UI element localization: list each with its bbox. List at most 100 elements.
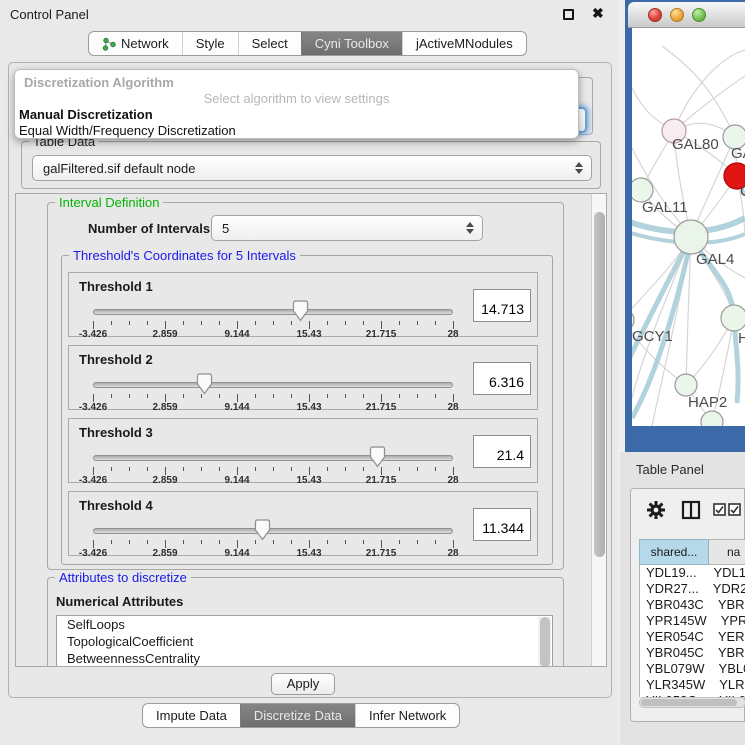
tab-style[interactable]: Style [182,32,238,55]
slider-handle[interactable] [254,519,271,541]
node-label-gal11: GAL11 [642,199,688,216]
table-row[interactable]: YER054CYER0 [640,629,745,645]
zoom-traffic-light[interactable] [692,8,706,22]
bottom-tab-bar: Impute Data Discretize Data Infer Networ… [142,703,460,728]
attributes-scrollbar[interactable] [538,617,551,667]
scale-label: -3.426 [71,329,115,340]
table-row[interactable]: YLR345WYLR3 [640,677,745,693]
thresholds-group: Threshold's Coordinates for 5 Intervals … [61,255,553,565]
scale-label: -3.426 [71,548,115,559]
checkbox-icon[interactable] [728,503,741,516]
threshold-2-value-field[interactable] [473,362,531,395]
table-rows: YDL19...YDL1 YDR27...YDR2 YBR043CYBR0 YP… [639,565,745,697]
minimize-traffic-light[interactable] [670,8,684,22]
table-data-group: Table Data galFiltered.sif default node [21,141,601,189]
tab-network-label: Network [121,36,169,51]
table-row[interactable]: YPR145WYPR1 [640,613,745,629]
option-manual-discretization[interactable]: Manual Discretization [17,107,155,122]
float-window-icon[interactable] [563,9,574,20]
threshold-2-panel: Threshold 2 -3.4262.8599.14415.4321.7152… [68,345,538,410]
threshold-4-value-field[interactable] [473,508,531,541]
gear-icon[interactable] [645,499,667,521]
slider-track[interactable] [93,528,453,534]
threshold-3-slider[interactable]: -3.4262.8599.14415.4321.71528 [69,419,469,484]
tab-jactivemnodules[interactable]: jActiveMNodules [402,32,526,55]
apply-button[interactable]: Apply [271,673,335,695]
threshold-3-value-field[interactable] [473,435,531,468]
tab-infer-network[interactable]: Infer Network [355,704,459,727]
node-partial-h[interactable] [721,305,745,331]
node-bottom[interactable] [701,411,723,426]
number-of-intervals-combobox[interactable]: 5 [211,215,483,241]
scale-label: 2.859 [143,402,187,413]
network-window-titlebar[interactable] [628,2,745,28]
threshold-3-panel: Threshold 3 -3.4262.8599.14415.4321.7152… [68,418,538,483]
table-data-value: galFiltered.sif default node [43,161,195,176]
scrollbar-thumb[interactable] [594,212,605,557]
top-tab-bar: Network Style Select Cyni Toolbox jActiv… [88,31,527,56]
tab-cyni-toolbox[interactable]: Cyni Toolbox [301,32,402,55]
column-header-name[interactable]: na [709,539,745,565]
node-label-gal80: GAL80 [672,136,719,153]
node-label-hap2: HAP2 [688,394,727,411]
node-gal4[interactable] [674,220,708,254]
network-icon [102,37,116,51]
column-layout-icon[interactable] [681,500,701,520]
node-label-gcy1: GCY1 [632,328,673,345]
network-view-window: GAL80 GA C GAL11 GAL4 GCY1 H HAP2 [625,0,745,452]
tab-impute-data[interactable]: Impute Data [143,704,240,727]
numerical-attributes-list: SelfLoops TopologicalCoefficient Between… [56,615,553,667]
slider-handle[interactable] [292,300,309,322]
tab-select[interactable]: Select [238,32,301,55]
table-row[interactable]: YDR27...YDR2 [640,581,745,597]
scale-label: 9.144 [215,402,259,413]
scale-label: 15.43 [287,402,331,413]
threshold-2-slider[interactable]: -3.4262.8599.14415.4321.71528 [69,346,469,411]
threshold-4-slider[interactable]: -3.4262.8599.14415.4321.71528 [69,492,469,557]
slider-track[interactable] [93,382,453,388]
scale-label: 21.715 [359,548,403,559]
scale-label: 15.43 [287,329,331,340]
scrollbar-thumb[interactable] [641,699,737,706]
scale-label: 15.43 [287,475,331,486]
thresholds-group-title: Threshold's Coordinates for 5 Intervals [69,248,300,263]
close-traffic-light[interactable] [648,8,662,22]
slider-track[interactable] [93,309,453,315]
network-graph [632,28,745,426]
threshold-1-panel: Threshold 1 -3.4262.8599.14415.4321.7152… [68,272,538,337]
scale-label: 28 [431,475,475,486]
slider-track[interactable] [93,455,453,461]
option-equal-width-frequency[interactable]: Equal Width/Frequency Discretization [17,123,238,138]
threshold-1-slider[interactable]: -3.4262.8599.14415.4321.71528 [69,273,469,338]
table-data-combobox[interactable]: galFiltered.sif default node [32,155,592,181]
checkbox-icon[interactable] [713,503,726,516]
list-item[interactable]: SelfLoops [57,616,552,633]
scale-label: 15.43 [287,548,331,559]
table-row[interactable]: YBR043CYBR0 [640,597,745,613]
scale-label: 21.715 [359,402,403,413]
tab-discretize-data[interactable]: Discretize Data [240,704,355,727]
close-icon[interactable]: ✖ [592,5,604,22]
threshold-1-value-field[interactable] [473,289,531,322]
list-item[interactable]: TopologicalCoefficient [57,633,552,650]
horizontal-scrollbar[interactable] [639,697,745,708]
network-canvas[interactable]: GAL80 GA C GAL11 GAL4 GCY1 H HAP2 [632,28,745,426]
slider-handle[interactable] [196,373,213,395]
tab-network[interactable]: Network [89,32,182,55]
column-header-shared-name[interactable]: shared... [639,539,709,565]
list-item[interactable]: BetweennessCentrality [57,650,552,667]
node-hap2[interactable] [675,374,697,396]
scale-label: 9.144 [215,475,259,486]
node-label-gal4: GAL4 [696,251,734,268]
scale-label: 28 [431,402,475,413]
slider-handle[interactable] [369,446,386,468]
vertical-scrollbar[interactable] [591,194,606,666]
scale-label: -3.426 [71,402,115,413]
scale-label: 2.859 [143,329,187,340]
table-row[interactable]: YBL079WYBL0 [640,661,745,677]
table-row[interactable]: YBR045CYBR0 [640,645,745,661]
table-row[interactable]: YDL19...YDL1 [640,565,745,581]
table-panel: shared... na YDL19...YDL1 YDR27...YDR2 Y… [630,488,745,722]
attributes-group-title: Attributes to discretize [55,570,191,585]
combo-arrows-icon [466,222,474,234]
